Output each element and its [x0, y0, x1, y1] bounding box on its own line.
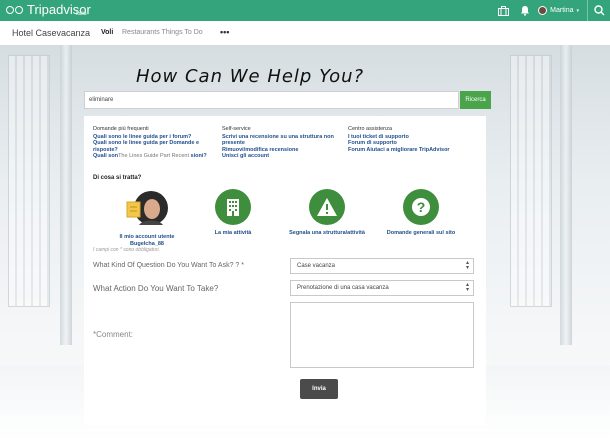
bell-icon[interactable] [518, 4, 532, 18]
page-headline: How Can We Help You? [136, 66, 365, 87]
help-center-link[interactable]: Forum Aiutaci a migliorare TripAdvisor [348, 147, 478, 154]
submit-button[interactable]: Invia [300, 379, 338, 399]
chevron-down-icon: ▾ [576, 7, 579, 14]
question-icon: ? [403, 189, 439, 225]
action-select[interactable]: Prenotazione di una casa vacanza ▴ ▾ [290, 280, 474, 296]
topic-label: La mia attività [214, 230, 252, 236]
help-center-heading: Centro assistenza [348, 126, 393, 132]
top-bar-actions: Martina ▾ [492, 0, 610, 21]
self-service-column: Self-service Scrivi una recensione su un… [222, 126, 340, 160]
self-service-link[interactable]: Rimuovi/modifica recensione [222, 147, 340, 154]
svg-text:?: ? [417, 199, 426, 215]
required-note: I campi con * sono obbligatori. [93, 247, 160, 253]
search-icon[interactable] [587, 0, 610, 21]
faq-link[interactable]: Quali sono le linee guida per Domande e … [93, 140, 211, 153]
faq-link[interactable]: Quali sono le linee guida per i forum? [93, 134, 211, 141]
background-window [510, 55, 552, 307]
nav-item-restaurants-things[interactable]: Restaurants Things To Do [122, 29, 203, 36]
topic-card-business[interactable]: La mia attività [194, 189, 272, 237]
background-pillar [560, 45, 572, 345]
help-center-column: Centro assistenza I tuoi ticket di suppo… [348, 126, 478, 153]
nav-title-hotel-casevacanza[interactable]: Hotel Casevacanza [12, 28, 90, 38]
self-service-link[interactable]: Unisci gli account [222, 153, 340, 160]
user-menu[interactable]: Martina ▾ [538, 6, 579, 15]
self-service-heading: Self-service [222, 126, 251, 132]
comment-textarea[interactable] [290, 302, 474, 368]
help-center-link[interactable]: I tuoi ticket di supporto [348, 134, 478, 141]
sub-navigation: Hotel Casevacanza Voli Restaurants Thing… [0, 21, 610, 46]
select-arrows-icon: ▴ ▾ [465, 282, 469, 293]
faq-column: Domande più frequenti Quali sono le line… [93, 126, 211, 160]
question-type-select[interactable]: Case vacanza ▴ ▾ [290, 258, 474, 274]
faq-link-suffix: sioni? [190, 153, 207, 160]
action-value: Prenotazione di una casa vacanza [297, 285, 389, 291]
topic-label: Domande generali sul sito [386, 230, 456, 236]
topic-question: Di cosa si tratta? [93, 175, 142, 181]
help-search-input[interactable]: eliminare [84, 91, 459, 109]
select-arrows-icon: ▴ ▾ [465, 260, 469, 271]
background-window [8, 55, 50, 307]
more-icon[interactable]: ••• [220, 27, 229, 37]
question-type-value: Case vacanza [297, 263, 336, 269]
question-type-label: What Kind Of Question Do You Want To Ask… [93, 262, 244, 269]
self-service-link[interactable]: Scrivi una recensione su una struttura n… [222, 134, 340, 147]
help-panel: Domande più frequenti Quali sono le line… [84, 116, 486, 425]
faq-heading: Domande più frequenti [93, 126, 149, 132]
building-icon [215, 189, 251, 225]
user-name: Martina [550, 7, 574, 14]
comment-label: *Comment: [93, 330, 134, 339]
faq-link-mixed[interactable]: Quali sonThe Lines Guide Part Recent sio… [93, 153, 211, 160]
top-bar: Tripadvisor Italia Martina ▾ [0, 0, 610, 21]
avatar [538, 6, 548, 15]
owl-logo-icon [6, 4, 25, 16]
nav-item-voli[interactable]: Voli [101, 29, 113, 36]
faq-link-note: The Lines Guide Part Recent [118, 153, 189, 160]
topic-card-report[interactable]: Segnala una struttura/attività [287, 189, 367, 237]
faq-link-prefix: Quali son [93, 153, 119, 160]
search-button[interactable]: Ricerca [460, 91, 491, 109]
suitcase-icon[interactable] [496, 4, 510, 18]
topic-card-account[interactable]: Il mio account utente Bugelcha_88 [108, 189, 186, 247]
topic-label: Segnala una struttura/attività [289, 230, 365, 236]
topic-card-general[interactable]: ? Domande generali sul sito [381, 189, 461, 237]
help-center-link[interactable]: Forum di supporto [348, 140, 478, 147]
warning-icon [309, 189, 345, 225]
user-avatar [125, 189, 169, 229]
logo-sub: Italia [76, 11, 87, 17]
topic-label: Il mio account utente [119, 234, 175, 240]
action-label: What Action Do You Want To Take? [93, 284, 219, 293]
background-pillar [60, 45, 72, 345]
